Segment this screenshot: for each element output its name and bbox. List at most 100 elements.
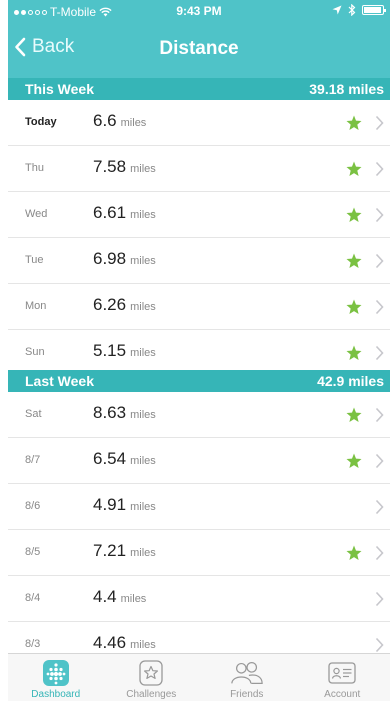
chevron-right-icon bbox=[375, 499, 384, 515]
day-row[interactable]: Mon 6.26 miles bbox=[8, 284, 390, 330]
row-value: 5.15 miles bbox=[93, 341, 156, 361]
section-total: 42.9 miles bbox=[317, 373, 384, 389]
tab-account[interactable]: Account bbox=[295, 654, 390, 701]
row-value: 6.61 miles bbox=[93, 203, 156, 223]
distance-unit: miles bbox=[130, 347, 156, 359]
day-row[interactable]: Thu 7.58 miles bbox=[8, 146, 390, 192]
row-day: 8/7 bbox=[25, 454, 41, 466]
tab-label: Friends bbox=[230, 689, 264, 700]
goal-star-icon bbox=[346, 345, 362, 360]
goal-star-icon bbox=[346, 407, 362, 422]
day-row[interactable]: 8/5 7.21 miles bbox=[8, 530, 390, 576]
day-row[interactable]: 8/7 6.54 miles bbox=[8, 438, 390, 484]
header: T-Mobile 9:43 PM Back Distance bbox=[8, 0, 390, 80]
section-header-this-week: This Week 39.18 miles bbox=[8, 78, 390, 100]
goal-star-icon bbox=[346, 299, 362, 314]
row-value: 6.6 miles bbox=[93, 111, 146, 131]
chevron-right-icon bbox=[375, 115, 384, 131]
row-day: 8/4 bbox=[25, 592, 41, 604]
distance-unit: miles bbox=[120, 117, 147, 129]
goal-star-icon bbox=[346, 453, 362, 468]
chevron-right-icon bbox=[375, 345, 384, 361]
chevron-right-icon bbox=[375, 407, 384, 423]
section-label: Last Week bbox=[25, 373, 94, 389]
row-day: Mon bbox=[25, 300, 47, 312]
distance-unit: miles bbox=[130, 255, 156, 267]
tab-label: Dashboard bbox=[31, 689, 81, 700]
distance-value: 5.15 bbox=[93, 341, 127, 360]
challenges-icon bbox=[139, 660, 163, 686]
account-icon bbox=[328, 662, 356, 684]
distance-unit: miles bbox=[130, 547, 156, 559]
distance-unit: miles bbox=[130, 409, 156, 421]
distance-value: 7.21 bbox=[93, 541, 127, 560]
day-row[interactable]: Tue 6.98 miles bbox=[8, 238, 390, 284]
row-value: 6.98 miles bbox=[93, 249, 156, 269]
distance-value: 6.54 bbox=[93, 449, 127, 468]
chevron-right-icon bbox=[375, 591, 384, 607]
day-row[interactable]: Sat 8.63 miles bbox=[8, 392, 390, 438]
distance-unit: miles bbox=[130, 209, 156, 221]
distance-value: 6.26 bbox=[93, 295, 127, 314]
goal-star-icon bbox=[346, 545, 362, 560]
distance-value: 4.91 bbox=[93, 495, 127, 514]
day-row[interactable]: Wed 6.61 miles bbox=[8, 192, 390, 238]
row-value: 8.63 miles bbox=[93, 403, 156, 423]
distance-value: 6.6 bbox=[93, 111, 117, 130]
goal-star-icon bbox=[346, 115, 362, 130]
row-day: Sat bbox=[25, 408, 42, 420]
goal-star-icon bbox=[346, 253, 362, 268]
section-header-last-week: Last Week 42.9 miles bbox=[8, 370, 390, 392]
chevron-right-icon bbox=[375, 637, 384, 653]
distance-unit: miles bbox=[130, 455, 156, 467]
row-day: Thu bbox=[25, 162, 44, 174]
chevron-right-icon bbox=[375, 207, 384, 223]
row-day: Today bbox=[25, 116, 57, 128]
row-value: 7.58 miles bbox=[93, 157, 156, 177]
day-row[interactable]: 8/6 4.91 miles bbox=[8, 484, 390, 530]
distance-unit: miles bbox=[130, 301, 156, 313]
row-day: 8/6 bbox=[25, 500, 41, 512]
nav-bar: Back Distance bbox=[8, 22, 390, 80]
distance-value: 6.98 bbox=[93, 249, 127, 268]
tab-bar: Dashboard Challenges Friends Account bbox=[8, 653, 390, 701]
goal-star-icon bbox=[346, 207, 362, 222]
row-day: Wed bbox=[25, 208, 48, 220]
row-value: 6.26 miles bbox=[93, 295, 156, 315]
status-bar: T-Mobile 9:43 PM bbox=[8, 0, 390, 22]
day-row[interactable]: Today 6.6 miles bbox=[8, 100, 390, 146]
tab-label: Challenges bbox=[126, 689, 177, 700]
tab-friends[interactable]: Friends bbox=[199, 654, 295, 701]
distance-value: 4.4 bbox=[93, 587, 117, 606]
section-total: 39.18 miles bbox=[309, 81, 384, 97]
row-value: 4.46 miles bbox=[93, 633, 156, 653]
row-value: 6.54 miles bbox=[93, 449, 156, 469]
row-day: 8/3 bbox=[25, 638, 41, 650]
bluetooth-icon bbox=[348, 4, 356, 16]
location-arrow-icon bbox=[332, 5, 342, 15]
tab-dashboard[interactable]: Dashboard bbox=[8, 654, 104, 701]
distance-value: 8.63 bbox=[93, 403, 127, 422]
tab-challenges[interactable]: Challenges bbox=[104, 654, 200, 701]
goal-star-icon bbox=[346, 161, 362, 176]
day-row[interactable]: 8/4 4.4 miles bbox=[8, 576, 390, 622]
status-right bbox=[332, 4, 386, 16]
section-label: This Week bbox=[25, 81, 94, 97]
dashboard-icon bbox=[42, 660, 69, 686]
chevron-right-icon bbox=[375, 253, 384, 269]
row-value: 4.91 miles bbox=[93, 495, 156, 515]
app-frame: T-Mobile 9:43 PM Back Distance This Week… bbox=[8, 0, 390, 701]
distance-unit: miles bbox=[130, 163, 156, 175]
chevron-right-icon bbox=[375, 299, 384, 315]
page-title: Distance bbox=[159, 38, 239, 59]
tab-label: Account bbox=[324, 689, 361, 700]
chevron-right-icon bbox=[375, 453, 384, 469]
distance-unit: miles bbox=[130, 639, 156, 651]
row-day: Tue bbox=[25, 254, 44, 266]
chevron-right-icon bbox=[375, 161, 384, 177]
row-day: Sun bbox=[25, 346, 45, 358]
distance-value: 7.58 bbox=[93, 157, 127, 176]
distance-unit: miles bbox=[120, 593, 147, 605]
chevron-right-icon bbox=[375, 545, 384, 561]
distance-unit: miles bbox=[130, 501, 156, 513]
